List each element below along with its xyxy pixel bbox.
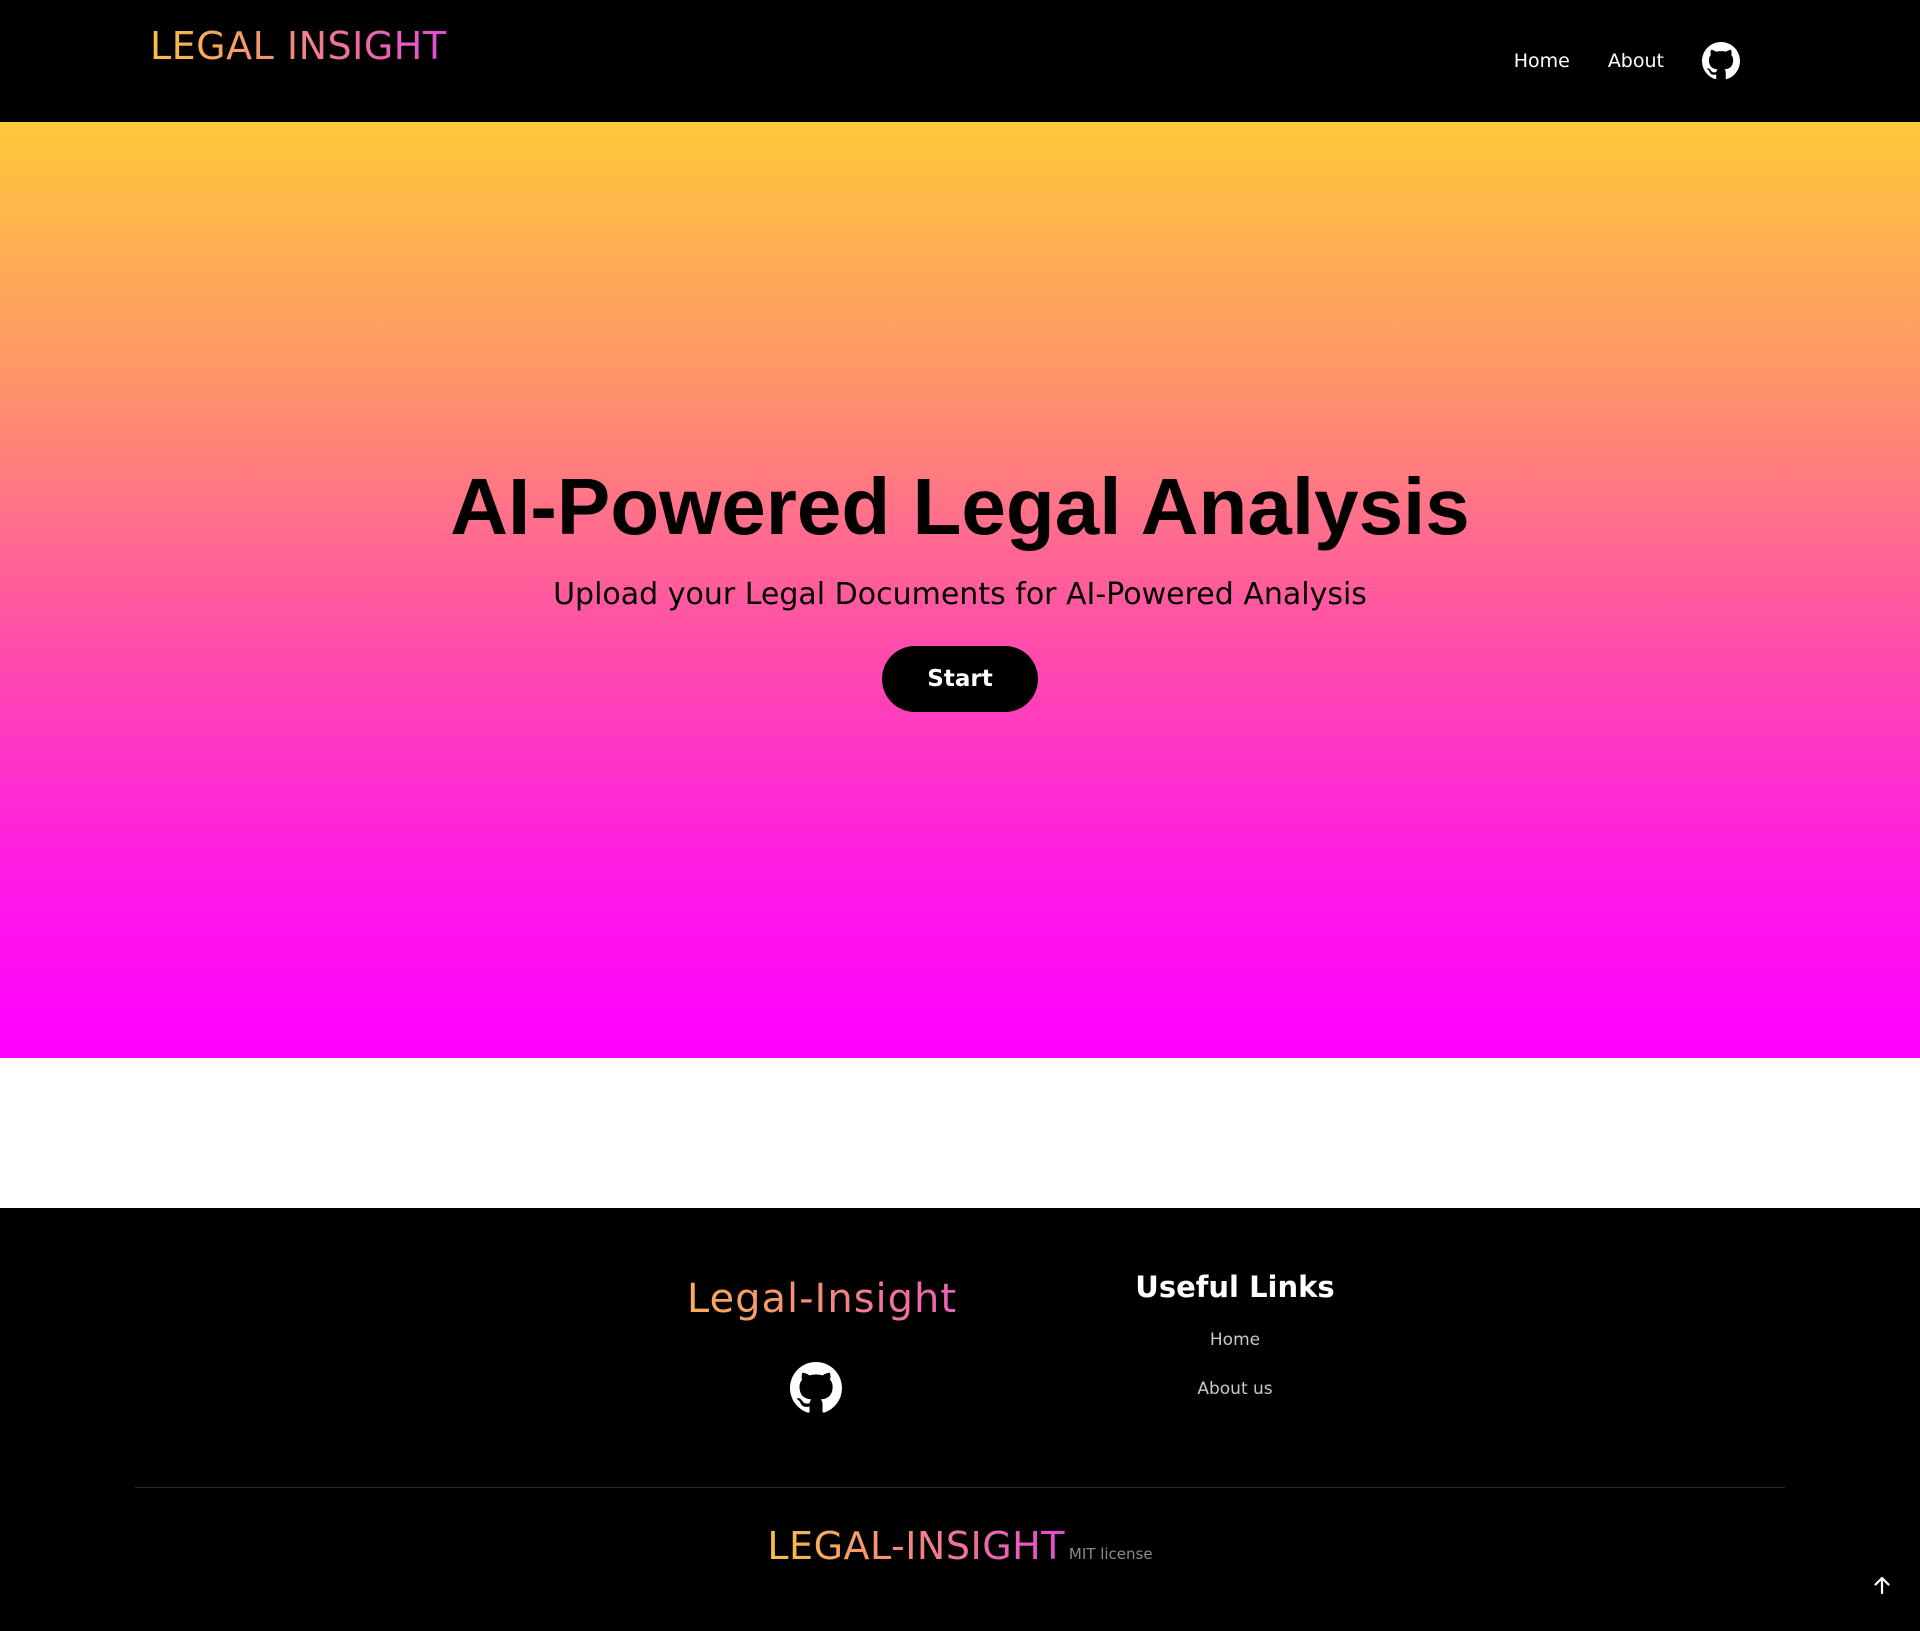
nav-about-link[interactable]: About: [1608, 50, 1664, 72]
main-nav: Home About: [1514, 42, 1740, 80]
github-icon[interactable]: [790, 1362, 842, 1414]
start-button[interactable]: Start: [882, 646, 1038, 712]
hero-section: AI-Powered Legal Analysis Upload your Le…: [0, 122, 1920, 1058]
useful-links-title: Useful Links: [1135, 1270, 1335, 1304]
hero-subtitle: Upload your Legal Documents for AI-Power…: [553, 577, 1367, 612]
footer-brand: Legal-Insight: [620, 1276, 1024, 1322]
nav-home-link[interactable]: Home: [1514, 50, 1570, 72]
footer-about-link[interactable]: About us: [1100, 1379, 1370, 1399]
hero-title: AI-Powered Legal Analysis: [450, 462, 1470, 551]
brand-logo[interactable]: LEGAL INSIGHT: [150, 24, 447, 68]
github-icon[interactable]: [1702, 42, 1740, 80]
license-text: MIT license: [1068, 1545, 1153, 1563]
footer-bottom-brand: LEGAL-INSIGHT: [767, 1524, 1065, 1568]
site-footer: Legal-Insight Useful Links Home About us…: [0, 1208, 1920, 1631]
useful-links: Useful Links Home About us: [1100, 1270, 1370, 1428]
footer-divider: [135, 1487, 1785, 1488]
footer-home-link[interactable]: Home: [1100, 1330, 1370, 1350]
arrow-up-icon[interactable]: [1870, 1573, 1894, 1597]
site-header: LEGAL INSIGHT Home About: [0, 0, 1920, 122]
footer-bottom: LEGAL-INSIGHT MIT license: [0, 1524, 1920, 1568]
